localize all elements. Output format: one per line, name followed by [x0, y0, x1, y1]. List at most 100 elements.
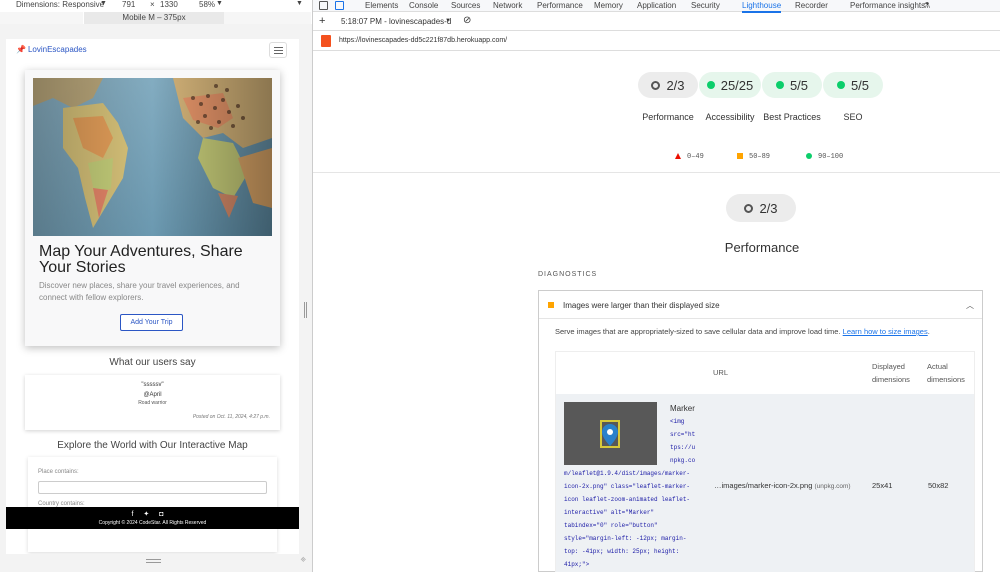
preset-mobile-s[interactable]	[0, 12, 84, 24]
gauge-seo-label: SEO	[843, 112, 863, 122]
tab-console[interactable]: Console	[409, 0, 438, 11]
learn-more-link[interactable]: Learn how to size images	[843, 327, 928, 336]
tab-lighthouse[interactable]: Lighthouse	[742, 0, 782, 13]
pass-circle-icon	[806, 153, 812, 159]
legend-pass: 90–100	[806, 153, 843, 161]
performance-category-title: Performance	[724, 240, 800, 255]
tab-performance-insights[interactable]: Performance insights	[850, 0, 925, 11]
gauge-accessibility-label: Accessibility	[705, 112, 755, 122]
tab-recorder[interactable]: Recorder	[795, 0, 828, 11]
code-line: style="margin-left: -12px; margin-	[564, 535, 687, 542]
displayed-dimensions: 25x41	[872, 481, 893, 490]
map-marker-icon	[602, 424, 618, 446]
clear-icon[interactable]: ⊘	[463, 15, 471, 26]
site-brand[interactable]: 📌 LovinEscapades	[16, 45, 87, 54]
legend-average: 50–89	[737, 153, 770, 161]
code-line: interactive" alt="Marker"	[564, 509, 655, 516]
audit-header[interactable]: Images were larger than their displayed …	[539, 291, 982, 319]
col-displayed-1: Displayed	[872, 362, 905, 371]
audit-description: Serve images that are appropriately-size…	[555, 327, 930, 336]
inspect-icon[interactable]	[319, 1, 328, 10]
report-selector[interactable]: 5:18:07 PM - lovinescapades-d	[341, 17, 451, 26]
lighthouse-logo-icon	[321, 35, 331, 47]
gauge-best-practices-value: 5/5	[789, 77, 809, 93]
audit-uses-responsive-images: Images were larger than their displayed …	[538, 290, 983, 572]
report-url[interactable]: https://lovinescapades-dd5c221f87db.hero…	[339, 37, 507, 44]
legend-average-label: 50–89	[749, 153, 771, 161]
facebook-icon[interactable]: f	[131, 511, 143, 518]
period: .	[927, 327, 930, 336]
gauge-accessibility[interactable]: 25/25	[699, 72, 761, 98]
resize-corner-icon[interactable]: ≡	[299, 555, 309, 565]
pass-dot-icon	[775, 81, 784, 89]
devtools-panel: Elements Console Sources Network Perform…	[312, 0, 1000, 572]
code-line: src="ht	[670, 431, 696, 438]
resource-url[interactable]: …images/marker-icon-2x.png (unpkg.com)	[714, 481, 851, 490]
twitter-icon[interactable]: ✦	[143, 511, 159, 518]
height-input[interactable]: 1330	[160, 0, 178, 9]
tab-memory[interactable]: Memory	[594, 0, 623, 11]
col-url: URL	[713, 368, 729, 377]
map-filter-form: Place contains: Country contains:	[28, 457, 277, 552]
zoom-dropdown[interactable]: 58%	[199, 0, 215, 9]
gauge-best-practices-label: Best Practices	[763, 112, 821, 122]
preset-tablet[interactable]	[224, 12, 312, 24]
code-line: tabindex="0" role="button"	[564, 522, 658, 529]
gauge-seo-value: 5/5	[850, 77, 870, 93]
new-report-icon[interactable]: +	[319, 15, 325, 27]
gauge-performance[interactable]: 2/3	[638, 72, 698, 98]
preset-mobile-m[interactable]: Mobile M – 375px	[84, 12, 224, 24]
gauge-performance-value: 2/3	[666, 77, 685, 93]
add-trip-button[interactable]: Add Your Trip	[120, 314, 183, 331]
tab-elements[interactable]: Elements	[365, 0, 398, 11]
code-line: icon-2x.png" class="leaflet-marker-	[564, 483, 691, 490]
testimonials-heading: What our users say	[109, 357, 196, 368]
audit-table: URL Displayed dimensions Actual dimensio…	[555, 351, 975, 572]
device-toggle-icon[interactable]	[335, 1, 344, 10]
tab-sources[interactable]: Sources	[451, 0, 480, 11]
dimensions-dropdown[interactable]: Dimensions: Responsive	[16, 0, 104, 9]
code-line: npkg.co	[670, 457, 696, 464]
tab-performance[interactable]: Performance	[537, 0, 583, 11]
menu-toggle-button[interactable]	[269, 42, 287, 58]
tab-application[interactable]: Application	[637, 0, 676, 11]
instagram-icon[interactable]: ◘	[159, 511, 173, 518]
divider	[313, 172, 1000, 173]
gauge-seo[interactable]: 5/5	[823, 72, 883, 98]
pin-icon: 📌	[16, 45, 26, 54]
hero-text: Discover new places, share your travel e…	[39, 281, 240, 302]
times-label: ×	[150, 0, 155, 9]
review-quote: "sssssv"	[141, 382, 164, 388]
flask-icon: ⚗	[923, 1, 931, 10]
gauge-performance-label: Performance	[642, 112, 694, 122]
tab-network[interactable]: Network	[493, 0, 522, 11]
brand-label: LovinEscapades	[27, 45, 87, 54]
more-options-icon[interactable]: ▼	[296, 0, 303, 7]
audit-table-header: URL Displayed dimensions Actual dimensio…	[556, 352, 974, 394]
width-input[interactable]: 791	[122, 0, 135, 9]
performance-gauge: 2/3	[726, 194, 796, 222]
review-card: "sssssv" @April Road warrior Posted on O…	[25, 375, 280, 430]
chevron-up-icon[interactable]: ︿	[966, 300, 974, 311]
resize-handle-bottom[interactable]	[146, 559, 161, 563]
node-name: Marker	[670, 404, 695, 413]
marker-thumbnail	[564, 402, 657, 465]
footer-copyright: Copyright © 2024 CodeStar. All Rights Re…	[98, 520, 207, 526]
table-row[interactable]: Marker <img src="ht tps://u npkg.co m/leafl…	[556, 394, 974, 572]
gauge-best-practices[interactable]: 5/5	[762, 72, 822, 98]
performance-score: 2/3	[759, 200, 778, 216]
devtools-tabbar: Elements Console Sources Network Perform…	[313, 0, 1000, 13]
average-square-icon	[548, 302, 554, 308]
chevron-down-icon: ▼	[100, 0, 107, 7]
node-snippet-long: m/leaflet@1.9.4/dist/images/marker-icon-…	[564, 467, 690, 571]
code-line: 41px;">	[564, 561, 590, 568]
place-label: Place contains:	[38, 469, 79, 475]
resize-handle-right[interactable]	[304, 302, 307, 318]
chevron-down-icon: ▼	[216, 0, 223, 7]
lighthouse-toolbar: + 5:18:07 PM - lovinescapades-d ▼ ⊘	[313, 13, 1000, 31]
place-input[interactable]	[38, 481, 267, 494]
average-square-icon	[737, 153, 743, 159]
map-heading: Explore the World with Our Interactive M…	[57, 440, 248, 451]
node-snippet-short: <img src="ht tps://u npkg.co	[670, 415, 695, 467]
tab-security[interactable]: Security	[691, 0, 720, 11]
